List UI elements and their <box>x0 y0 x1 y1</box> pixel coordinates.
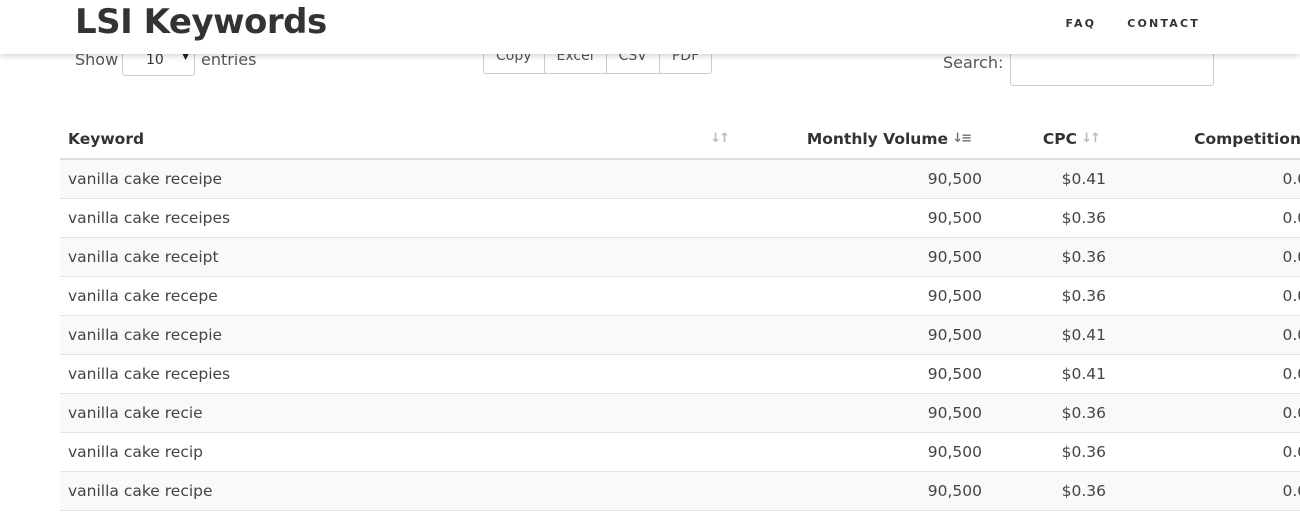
entries-length-value: 10 <box>146 52 164 68</box>
keyword-cell: vanilla cake recipe <box>60 471 736 511</box>
cpc-cell: $0.36 <box>982 237 1106 277</box>
volume-cell: 90,500 <box>736 393 982 433</box>
table-row: vanilla cake receipt 90,500 $0.36 0.04 <box>60 237 1300 277</box>
table-row: vanilla cake recipe 90,500 $0.36 0.04 <box>60 471 1300 511</box>
table-row: vanilla cake recepies 90,500 $0.41 0.02 <box>60 354 1300 394</box>
nav-contact-link[interactable]: CONTACT <box>1127 17 1200 30</box>
cpc-cell: $0.36 <box>982 432 1106 472</box>
column-header-label: CPC <box>1042 130 1077 148</box>
table-row: vanilla cake recie 90,500 $0.36 0.04 <box>60 393 1300 433</box>
keyword-cell: vanilla cake receipes <box>60 198 736 238</box>
nav-faq-link[interactable]: FAQ <box>1066 17 1097 30</box>
column-header-competition[interactable]: Competition ↓↑ <box>1106 120 1300 160</box>
keyword-cell: vanilla cake receipt <box>60 237 736 277</box>
column-header-cpc[interactable]: CPC ↓↑ <box>982 120 1106 160</box>
cpc-cell: $0.41 <box>982 159 1106 199</box>
competition-cell: 0.04 <box>1106 471 1300 511</box>
keyword-cell: vanilla cake recepies <box>60 354 736 394</box>
keyword-cell: vanilla cake recepe <box>60 276 736 316</box>
main-nav: FAQ CONTACT <box>1066 17 1201 30</box>
cpc-cell: $0.41 <box>982 315 1106 355</box>
competition-cell: 0.04 <box>1106 276 1300 316</box>
site-logo[interactable]: LSI Keywords <box>75 2 327 42</box>
volume-cell: 90,500 <box>736 432 982 472</box>
cpc-cell: $0.36 <box>982 276 1106 316</box>
competition-cell: 0.02 <box>1106 315 1300 355</box>
cpc-cell: $0.41 <box>982 354 1106 394</box>
competition-cell: 0.04 <box>1106 393 1300 433</box>
cpc-cell: $0.36 <box>982 471 1106 511</box>
table-header-row: Keyword ↓↑ Monthly Volume ↓≡ CPC ↓↑ Comp… <box>60 120 1300 160</box>
keyword-cell: vanilla cake recepie <box>60 315 736 355</box>
keywords-table: Keyword ↓↑ Monthly Volume ↓≡ CPC ↓↑ Comp… <box>60 120 1300 511</box>
table-row: vanilla cake recip 90,500 $0.36 0.04 <box>60 432 1300 472</box>
keyword-cell: vanilla cake recip <box>60 432 736 472</box>
search-label: Search: <box>943 53 1004 72</box>
sort-icon: ↓↑ <box>710 131 730 146</box>
site-header: LSI Keywords FAQ CONTACT <box>0 0 1300 54</box>
column-header-label: Competition <box>1194 130 1300 148</box>
keyword-cell: vanilla cake recie <box>60 393 736 433</box>
volume-cell: 90,500 <box>736 237 982 277</box>
volume-cell: 90,500 <box>736 159 982 199</box>
volume-cell: 90,500 <box>736 276 982 316</box>
table-row: vanilla cake recepe 90,500 $0.36 0.04 <box>60 276 1300 316</box>
volume-cell: 90,500 <box>736 471 982 511</box>
column-header-label: Monthly Volume <box>806 130 948 148</box>
column-header-label: Keyword <box>68 130 145 148</box>
volume-cell: 90,500 <box>736 354 982 394</box>
volume-cell: 90,500 <box>736 198 982 238</box>
table-row: vanilla cake receipe 90,500 $0.41 0.02 <box>60 159 1300 199</box>
column-header-monthly-volume[interactable]: Monthly Volume ↓≡ <box>736 120 982 160</box>
competition-cell: 0.02 <box>1106 159 1300 199</box>
competition-cell: 0.04 <box>1106 237 1300 277</box>
table-row: vanilla cake recepie 90,500 $0.41 0.02 <box>60 315 1300 355</box>
column-header-keyword[interactable]: Keyword ↓↑ <box>60 120 736 160</box>
table-row: vanilla cake receipes 90,500 $0.36 0.04 <box>60 198 1300 238</box>
competition-cell: 0.04 <box>1106 198 1300 238</box>
volume-cell: 90,500 <box>736 315 982 355</box>
sort-icon: ↓↑ <box>1081 131 1101 146</box>
sort-desc-icon: ↓≡ <box>952 131 972 146</box>
cpc-cell: $0.36 <box>982 198 1106 238</box>
competition-cell: 0.02 <box>1106 354 1300 394</box>
competition-cell: 0.04 <box>1106 432 1300 472</box>
keyword-cell: vanilla cake receipe <box>60 159 736 199</box>
cpc-cell: $0.36 <box>982 393 1106 433</box>
